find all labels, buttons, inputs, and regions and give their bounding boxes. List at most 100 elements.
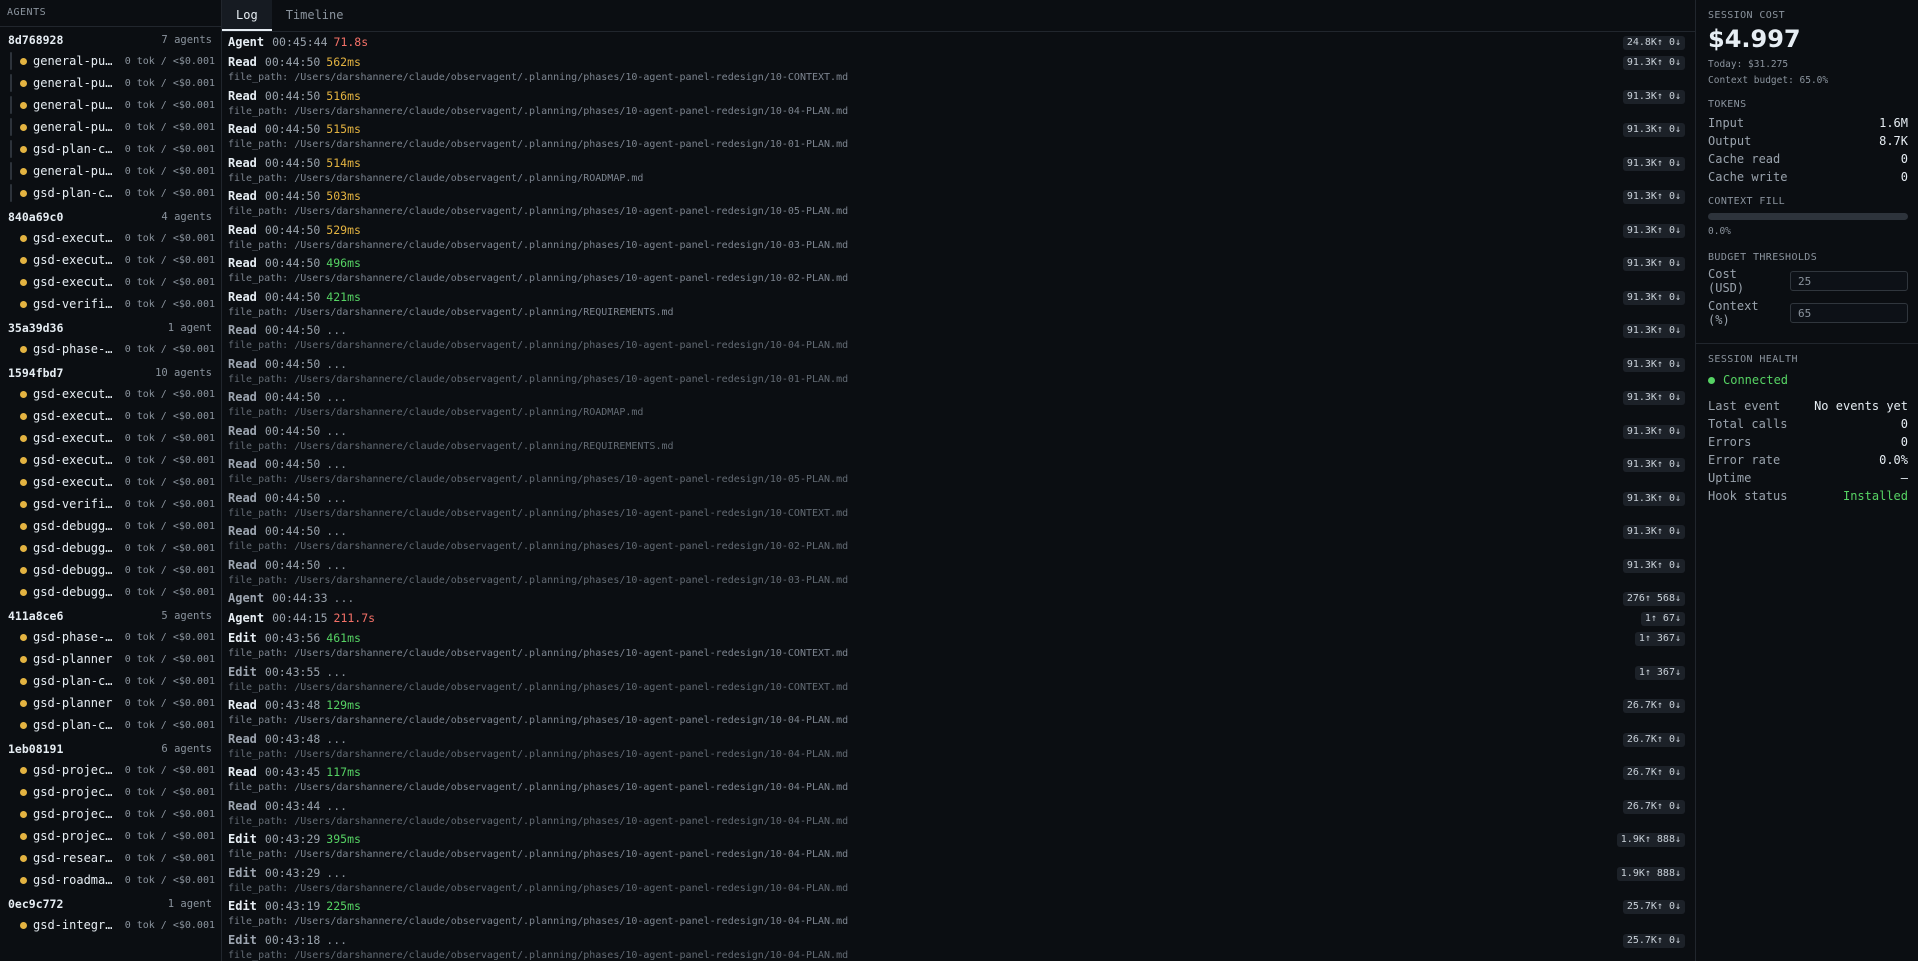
session-id: 840a69c0 <box>8 209 64 224</box>
log-entry[interactable]: Edit 00:43:18... file_path: /Users/darshan… <box>228 932 1689 961</box>
agent-item[interactable]: gsd-plan-c… 0 tok / <$0.001 <box>0 138 221 160</box>
agent-name: gsd-execut… <box>33 409 113 423</box>
log-entry[interactable]: Edit 00:43:55... file_path: /Users/darshan… <box>228 664 1689 698</box>
tab-log[interactable]: Log <box>222 0 272 31</box>
cost-threshold-row: Cost (USD) <box>1708 267 1908 295</box>
agent-item[interactable]: general-pu… 0 tok / <$0.001 <box>0 50 221 72</box>
agent-item[interactable]: gsd-phase-… 0 tok / <$0.001 <box>0 626 221 648</box>
log-entry[interactable]: Read 00:44:50 516ms file_path: /Users/darsh… <box>228 88 1689 122</box>
log-entry-header: Agent 00:45:44 71.8s <box>228 34 1679 51</box>
agent-item[interactable]: gsd-projec… 0 tok / <$0.001 <box>0 803 221 825</box>
token-badge: 1↑ 367↓ <box>1634 665 1685 680</box>
agent-item[interactable]: gsd-planner 0 tok / <$0.001 <box>0 648 221 670</box>
log-entry[interactable]: Agent 00:44:33... 276↑ 568↓ <box>228 590 1689 610</box>
tool-name: Read <box>228 323 257 337</box>
log-entry[interactable]: Read 00:44:50 515ms file_path: /Users/darsh… <box>228 121 1689 155</box>
agent-item[interactable]: gsd-execut… 0 tok / <$0.001 <box>0 271 221 293</box>
log-entry[interactable]: Read 00:44:50... file_path: /Users/darshan… <box>228 456 1689 490</box>
agent-item[interactable]: gsd-execut… 0 tok / <$0.001 <box>0 405 221 427</box>
log-entry[interactable]: Edit 00:43:29... file_path: /Users/darshan… <box>228 865 1689 899</box>
agent-usage: 0 tok / <$0.001 <box>124 786 215 798</box>
agent-item[interactable]: gsd-execut… 0 tok / <$0.001 <box>0 449 221 471</box>
log-entry[interactable]: Edit 00:43:29 395ms file_path: /Users/darsh… <box>228 831 1689 865</box>
log-entry[interactable]: Read 00:44:50 514ms file_path: /Users/darsh… <box>228 155 1689 189</box>
log-entry[interactable]: Read 00:44:50... file_path: /Users/darshan… <box>228 557 1689 591</box>
session-group-header[interactable]: 840a69c0 4 agents <box>0 204 221 227</box>
session-group-header[interactable]: 0ec9c772 1 agent <box>0 891 221 914</box>
agent-usage: 0 tok / <$0.001 <box>124 232 215 244</box>
token-badge: 91.3K↑ 0↓ <box>1622 558 1685 573</box>
log-entry[interactable]: Edit 00:43:56 461ms file_path: /Users/darsh… <box>228 630 1689 664</box>
cost-threshold-input[interactable] <box>1790 271 1908 291</box>
agent-item[interactable]: general-pu… 0 tok / <$0.001 <box>0 116 221 138</box>
file-path: file_path: /Users/darshannere/claude/obs… <box>228 715 849 726</box>
log-entry[interactable]: Read 00:44:50... file_path: /Users/darshan… <box>228 356 1689 390</box>
log-entry[interactable]: Read 00:43:48 129ms file_path: /Users/darsh… <box>228 697 1689 731</box>
event-duration: ... <box>326 932 348 947</box>
tab-timeline[interactable]: Timeline <box>272 0 358 31</box>
context-threshold-input[interactable] <box>1790 303 1908 323</box>
tool-name: Edit <box>228 865 257 880</box>
token-label: Cache read <box>1708 152 1781 166</box>
log-entry[interactable]: Read 00:44:50 421ms file_path: /Users/darsh… <box>228 289 1689 323</box>
agent-item[interactable]: general-pu… 0 tok / <$0.001 <box>0 160 221 182</box>
log-entry[interactable]: Agent 00:45:44 71.8s 24.8K↑ 0↓ <box>228 34 1689 54</box>
log-entry[interactable]: Read 00:44:50... file_path: /Users/darshan… <box>228 423 1689 457</box>
agent-item[interactable]: gsd-phase-… 0 tok / <$0.001 <box>0 338 221 360</box>
agent-usage: 0 tok / <$0.001 <box>124 675 215 687</box>
agent-item[interactable]: gsd-plan-c… 0 tok / <$0.001 <box>0 182 221 204</box>
log-entry[interactable]: Read 00:44:50... file_path: /Users/darshan… <box>228 322 1689 356</box>
log-entry[interactable]: Read 00:43:44... file_path: /Users/darshan… <box>228 798 1689 832</box>
agent-item[interactable]: gsd-projec… 0 tok / <$0.001 <box>0 781 221 803</box>
event-duration: ... <box>326 731 348 746</box>
agent-item[interactable]: gsd-projec… 0 tok / <$0.001 <box>0 825 221 847</box>
agent-item[interactable]: gsd-debugg… 0 tok / <$0.001 <box>0 581 221 603</box>
session-group-header[interactable]: 8d768928 7 agents <box>0 27 221 50</box>
agent-item[interactable]: gsd-plan-c… 0 tok / <$0.001 <box>0 714 221 736</box>
session-group-header[interactable]: 411a8ce6 5 agents <box>0 603 221 626</box>
log-entry[interactable]: Read 00:44:50... file_path: /Users/darshan… <box>228 490 1689 524</box>
log-entry[interactable]: Read 00:43:45 117ms file_path: /Users/darsh… <box>228 764 1689 798</box>
log-entry[interactable]: Read 00:44:50 529ms file_path: /Users/darsh… <box>228 222 1689 256</box>
agent-name: gsd-execut… <box>33 231 113 245</box>
agent-item[interactable]: gsd-debugg… 0 tok / <$0.001 <box>0 537 221 559</box>
log-entry-header: Read 00:44:50 496ms <box>228 255 1679 272</box>
tab-bar: Log Timeline <box>222 0 1695 32</box>
agent-item[interactable]: gsd-verifi… 0 tok / <$0.001 <box>0 493 221 515</box>
agent-item[interactable]: gsd-debugg… 0 tok / <$0.001 <box>0 559 221 581</box>
token-badge: 91.3K↑ 0↓ <box>1622 491 1685 506</box>
log-entry[interactable]: Read 00:43:48... file_path: /Users/darshan… <box>228 731 1689 765</box>
token-badge: 1↑ 67↓ <box>1640 612 1685 626</box>
file-path: file_path: /Users/darshannere/claude/obs… <box>228 340 849 351</box>
agent-item[interactable]: gsd-execut… 0 tok / <$0.001 <box>0 471 221 493</box>
agent-item[interactable]: gsd-planner 0 tok / <$0.001 <box>0 692 221 714</box>
agent-item[interactable]: gsd-execut… 0 tok / <$0.001 <box>0 227 221 249</box>
event-duration: 529ms <box>326 222 361 237</box>
agent-item[interactable]: gsd-execut… 0 tok / <$0.001 <box>0 383 221 405</box>
agent-item[interactable]: gsd-execut… 0 tok / <$0.001 <box>0 427 221 449</box>
file-path: file_path: /Users/darshannere/claude/obs… <box>228 541 849 552</box>
agent-item[interactable]: gsd-projec… 0 tok / <$0.001 <box>0 759 221 781</box>
session-group-header[interactable]: 1eb08191 6 agents <box>0 736 221 759</box>
agent-status-dot-icon <box>20 633 27 641</box>
log-entry[interactable]: Read 00:44:50 496ms file_path: /Users/darsh… <box>228 255 1689 289</box>
agent-item[interactable]: gsd-integr… 0 tok / <$0.001 <box>0 914 221 936</box>
log-entry[interactable]: Agent 00:44:15 211.7s 1↑ 67↓ <box>228 610 1689 630</box>
session-group-header[interactable]: 35a39d36 1 agent <box>0 315 221 338</box>
agent-item[interactable]: gsd-resear… 0 tok / <$0.001 <box>0 847 221 869</box>
agent-item[interactable]: general-pu… 0 tok / <$0.001 <box>0 94 221 116</box>
log-entry[interactable]: Read 00:44:50... file_path: /Users/darshan… <box>228 389 1689 423</box>
log-entry[interactable]: Read 00:44:50 562ms file_path: /Users/darsh… <box>228 54 1689 88</box>
session-group-header[interactable]: 1594fbd7 10 agents <box>0 360 221 383</box>
log-entry[interactable]: Edit 00:43:19 225ms file_path: /Users/darsh… <box>228 898 1689 932</box>
log-entry[interactable]: Read 00:44:50... file_path: /Users/darshan… <box>228 523 1689 557</box>
agent-item[interactable]: gsd-roadma… 0 tok / <$0.001 <box>0 869 221 891</box>
event-time: 00:44:15 <box>272 611 328 625</box>
agent-item[interactable]: gsd-execut… 0 tok / <$0.001 <box>0 249 221 271</box>
agent-item[interactable]: gsd-debugg… 0 tok / <$0.001 <box>0 515 221 537</box>
agent-usage: 0 tok / <$0.001 <box>124 808 215 820</box>
agent-item[interactable]: gsd-plan-c… 0 tok / <$0.001 <box>0 670 221 692</box>
agent-item[interactable]: general-pu… 0 tok / <$0.001 <box>0 72 221 94</box>
log-entry[interactable]: Read 00:44:50 503ms file_path: /Users/darsh… <box>228 188 1689 222</box>
agent-item[interactable]: gsd-verifi… 0 tok / <$0.001 <box>0 293 221 315</box>
